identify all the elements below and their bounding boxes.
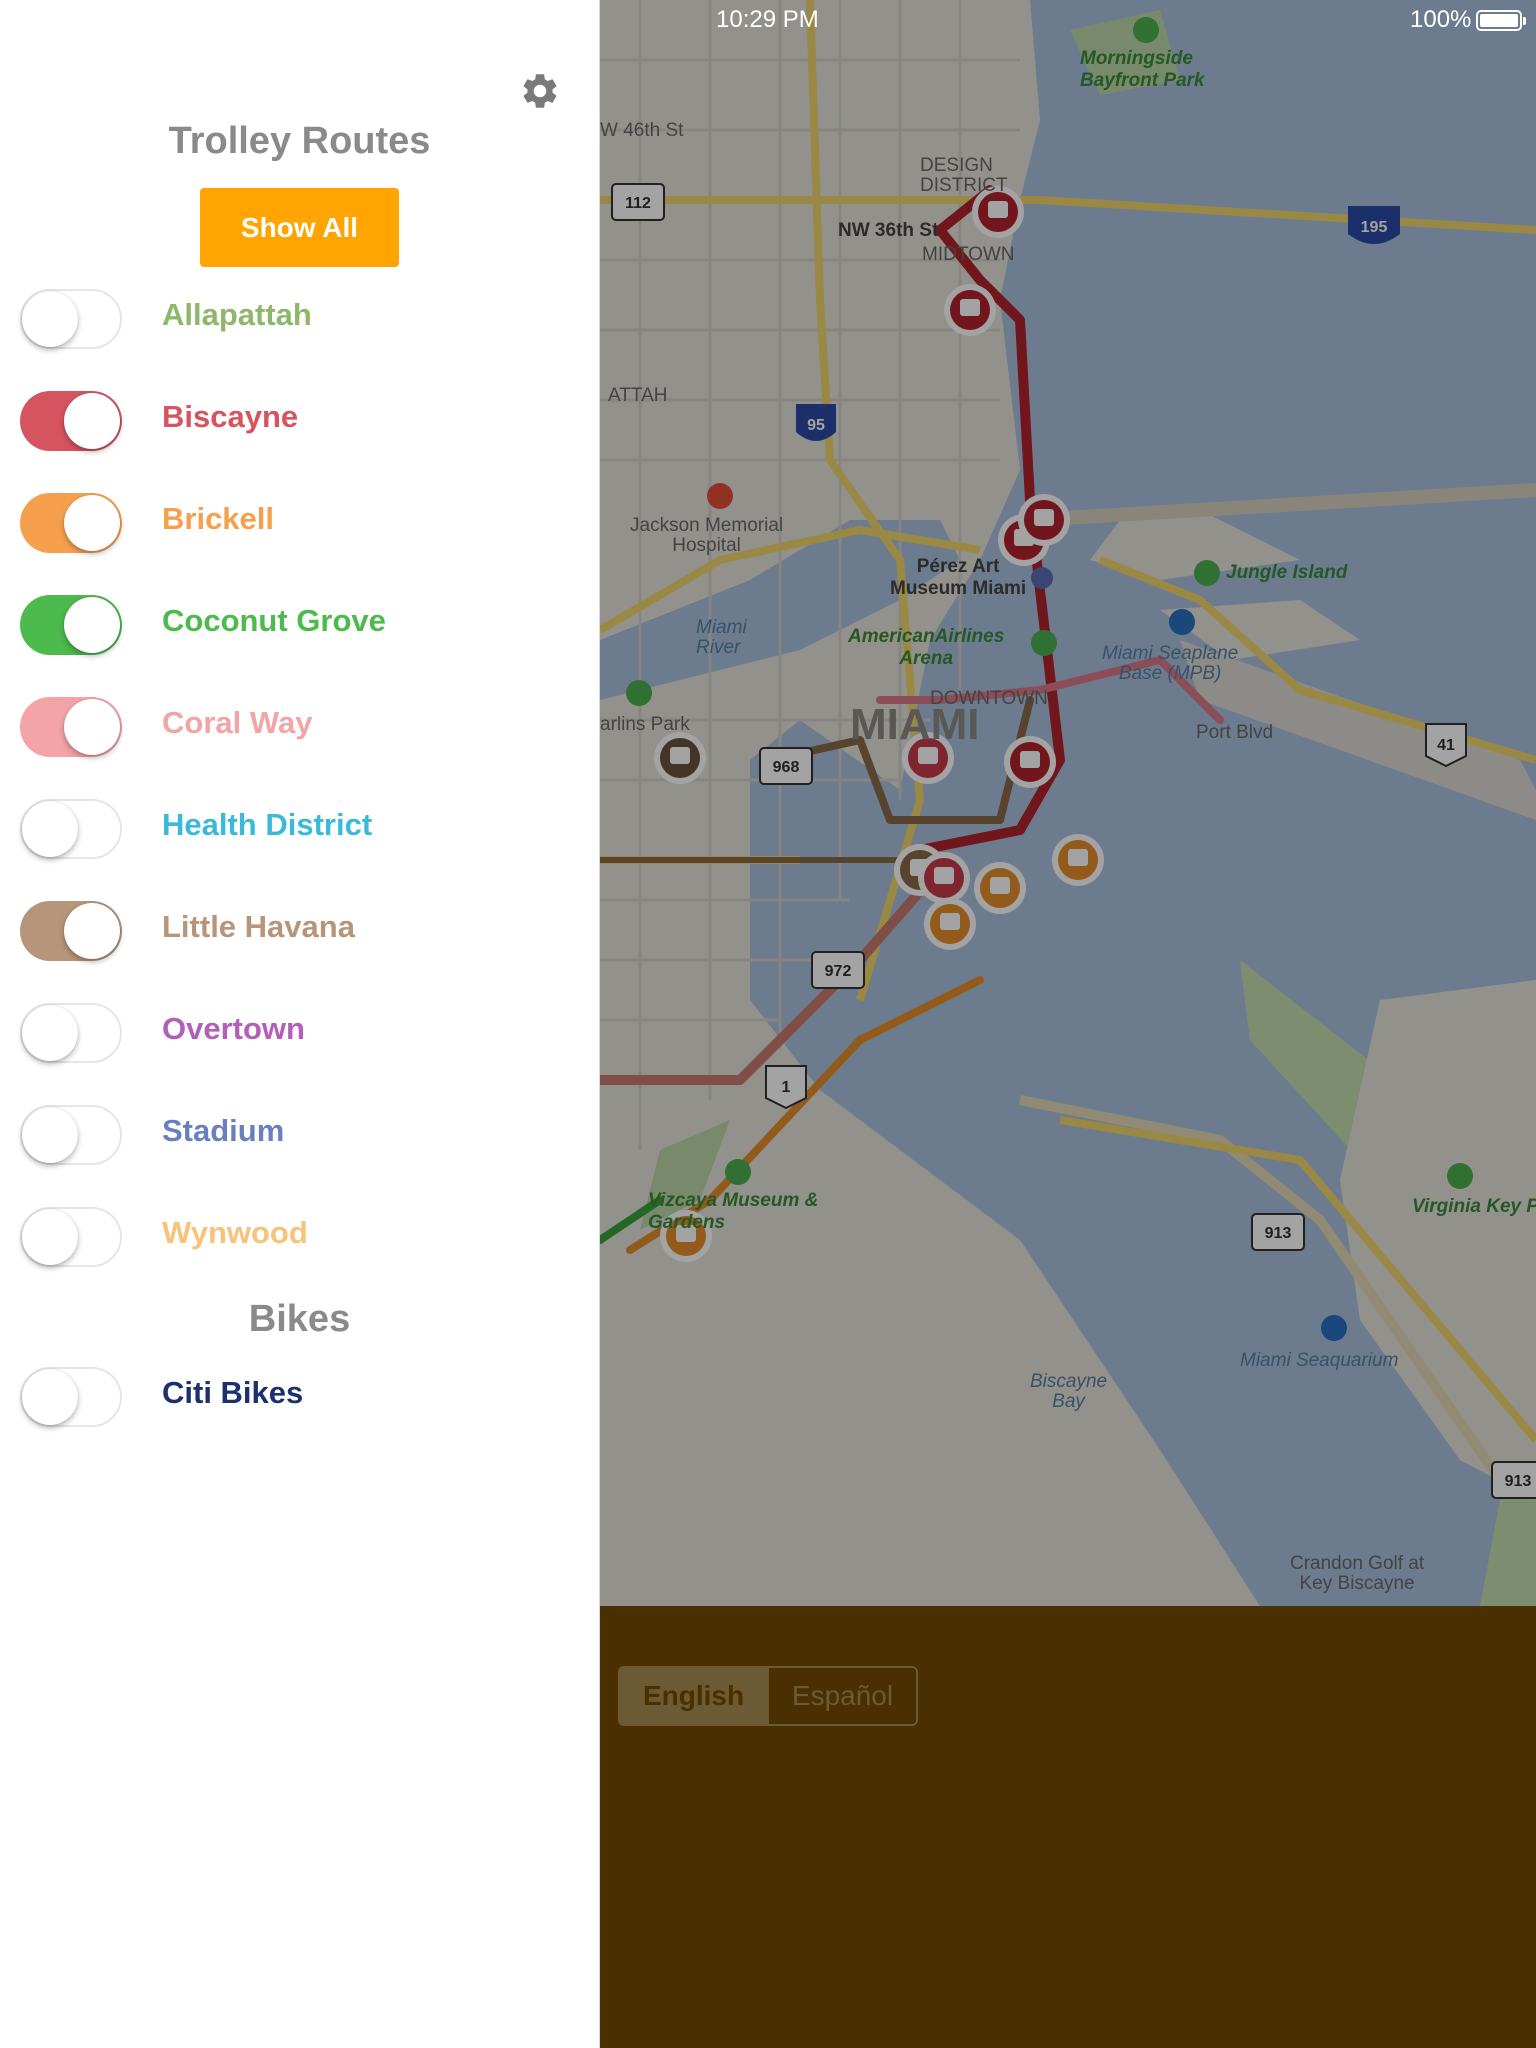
language-english[interactable]: English — [620, 1668, 767, 1724]
gear-icon[interactable] — [519, 70, 561, 112]
bikes-title: Bikes — [248, 1298, 351, 1340]
route-label-allapattah[interactable]: Allapattah — [162, 297, 312, 333]
toggle-knob — [64, 903, 120, 959]
toggle-knob — [64, 495, 120, 551]
toggle-knob — [64, 699, 120, 755]
toggle-knob — [22, 1369, 78, 1425]
route-label-wynwood[interactable]: Wynwood — [162, 1215, 308, 1251]
toggle-switch-brickell[interactable] — [20, 493, 122, 553]
toggle-switch-citi-bikes[interactable] — [20, 1367, 122, 1427]
route-row-health-district[interactable]: Health District — [0, 779, 599, 879]
route-label-brickell[interactable]: Brickell — [162, 501, 274, 537]
route-row-little-havana[interactable]: Little Havana — [0, 881, 599, 981]
toggle-switch-coral-way[interactable] — [20, 697, 122, 757]
route-label-coral-way[interactable]: Coral Way — [162, 705, 312, 741]
toggle-switch-coconut-grove[interactable] — [20, 595, 122, 655]
route-label-citi-bikes[interactable]: Citi Bikes — [162, 1375, 303, 1411]
route-label-health-district[interactable]: Health District — [162, 807, 372, 843]
language-spanish[interactable]: Español — [767, 1668, 916, 1724]
toggle-switch-little-havana[interactable] — [20, 901, 122, 961]
status-time: 10:29 PM — [716, 6, 819, 33]
show-all-button[interactable]: Show All — [200, 188, 399, 267]
route-row-allapattah[interactable]: Allapattah — [0, 269, 599, 369]
route-label-coconut-grove[interactable]: Coconut Grove — [162, 603, 386, 639]
route-label-little-havana[interactable]: Little Havana — [162, 909, 355, 945]
toggle-knob — [22, 1209, 78, 1265]
route-label-overtown[interactable]: Overtown — [162, 1011, 305, 1047]
toggle-knob — [64, 597, 120, 653]
toggle-knob — [22, 801, 78, 857]
toggle-switch-wynwood[interactable] — [20, 1207, 122, 1267]
map-view[interactable]: 112 195 95 968 41 1 913 913 972 Mornings… — [600, 0, 1536, 1606]
toggle-switch-allapattah[interactable] — [20, 289, 122, 349]
route-row-stadium[interactable]: Stadium — [0, 1085, 599, 1185]
route-row-citi-bikes[interactable]: Citi Bikes — [0, 1347, 599, 1447]
bottom-panel: English Español — [600, 1606, 1536, 2048]
side-menu: Trolley Routes Show All Allapattah Biscay… — [0, 0, 600, 2048]
route-row-coconut-grove[interactable]: Coconut Grove — [0, 575, 599, 675]
toggle-knob — [64, 393, 120, 449]
route-row-coral-way[interactable]: Coral Way — [0, 677, 599, 777]
toggle-knob — [22, 1107, 78, 1163]
toggle-switch-biscayne[interactable] — [20, 391, 122, 451]
trolley-routes-title: Trolley Routes — [168, 120, 431, 162]
status-battery-percent: 100% — [1410, 6, 1472, 33]
toggle-switch-overtown[interactable] — [20, 1003, 122, 1063]
route-row-overtown[interactable]: Overtown — [0, 983, 599, 1083]
toggle-knob — [22, 291, 78, 347]
route-row-wynwood[interactable]: Wynwood — [0, 1187, 599, 1287]
route-label-stadium[interactable]: Stadium — [162, 1113, 284, 1149]
language-selector[interactable]: English Español — [618, 1666, 918, 1726]
map-dim-overlay[interactable] — [600, 0, 1536, 1606]
battery-icon — [1476, 10, 1526, 31]
toggle-knob — [22, 1005, 78, 1061]
route-label-biscayne[interactable]: Biscayne — [162, 399, 298, 435]
route-row-brickell[interactable]: Brickell — [0, 473, 599, 573]
route-row-biscayne[interactable]: Biscayne — [0, 371, 599, 471]
toggle-switch-stadium[interactable] — [20, 1105, 122, 1165]
toggle-switch-health-district[interactable] — [20, 799, 122, 859]
